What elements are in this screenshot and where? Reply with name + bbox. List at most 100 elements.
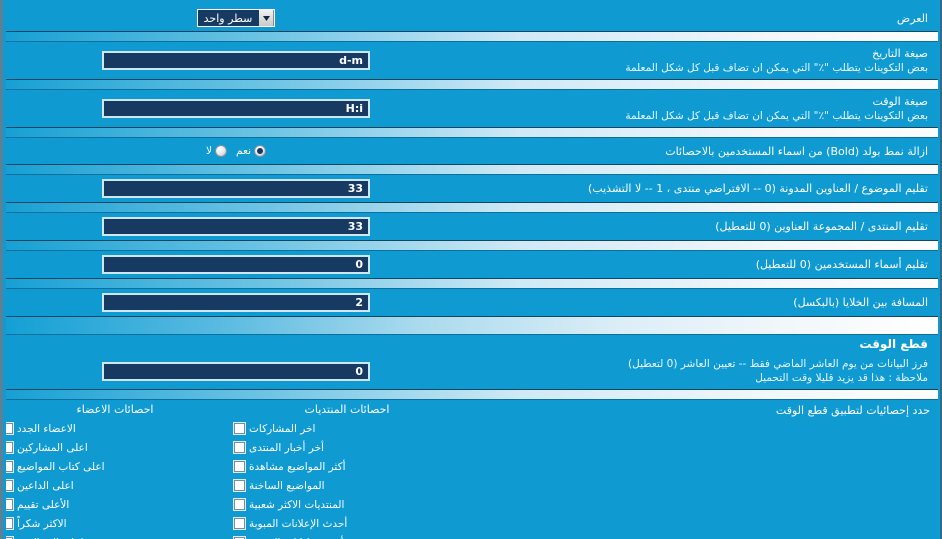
checkbox-row[interactable]: الأعلى تقييم (6, 495, 228, 514)
setting-row-trim-thread: تقليم الموضوع / العناوين المدونة (0 -- ا… (6, 175, 938, 202)
remove-bold-radio-no-label: لا (206, 145, 213, 157)
date-format-input[interactable] (102, 51, 370, 70)
separator-bar (6, 164, 938, 175)
member-stats-column: احصائات الاعضاء الاعضاء الجدد اعلى المشا… (6, 403, 228, 539)
display-select-value: سطر واحد (203, 11, 253, 25)
member-stat-label-0: الاعضاء الجدد (17, 422, 76, 435)
checkbox-icon[interactable] (234, 442, 245, 453)
checkbox-icon[interactable] (234, 480, 245, 491)
remove-bold-radio-yes[interactable]: نعم (236, 145, 266, 157)
remove-bold-label-cell: ازالة نمط بولد (Bold) من اسماء المستخدمي… (458, 144, 930, 159)
display-select[interactable]: سطر واحد (196, 9, 276, 27)
time-cut-sort-input[interactable] (102, 361, 370, 381)
trim-username-label: تقليم أسماء المستخدمين (0 للتعطيل) (755, 258, 928, 271)
settings-page: العرض سطر واحد صيغة التاريخ بعض التكوينا… (0, 0, 942, 539)
checkbox-row[interactable]: الاعضاء الجدد (6, 419, 228, 438)
setting-row-cell-spacing: المسافة بين الخلايا (بالبكسل) (6, 289, 938, 316)
remove-bold-control-cell: نعم لا (14, 145, 458, 157)
checkbox-icon[interactable] (6, 499, 13, 510)
trim-forum-label-cell: تقليم المنتدى / المجموعة العناوين (0 للت… (458, 219, 930, 234)
member-stats-heading: احصائات الاعضاء (76, 403, 154, 416)
setting-row-remove-bold: ازالة نمط بولد (Bold) من اسماء المستخدمي… (6, 138, 938, 164)
chevron-down-icon[interactable] (259, 10, 275, 26)
checkbox-row[interactable]: المنتديات الاكثر شعبية (234, 495, 460, 514)
checkbox-row[interactable]: المواضيع الساخنة (234, 476, 460, 495)
time-cut-sort-desc-line2: ملاحظة : هذا قد يزيد قليلا وقت التحميل (755, 372, 928, 384)
checkbox-icon[interactable] (234, 423, 245, 434)
member-stat-label-5: الاكثر شكراً (17, 517, 67, 530)
checkbox-icon[interactable] (234, 461, 245, 472)
setting-row-trim-username: تقليم أسماء المستخدمين (0 للتعطيل) (6, 251, 938, 278)
setting-row-display: العرض سطر واحد (6, 5, 938, 31)
forum-stat-label-0: اخر المشاركات (249, 422, 316, 435)
forum-stat-label-2: أكثر المواضيع مشاهدة (249, 460, 346, 473)
trim-forum-label: تقليم المنتدى / المجموعة العناوين (0 للت… (715, 220, 928, 233)
checkbox-row[interactable]: اعلى المشاركين (6, 438, 228, 457)
time-cut-header: قطع الوقت (859, 336, 928, 351)
date-format-desc: بعض التكوينات يتطلب "٪" التي يمكن ان تضا… (625, 62, 928, 74)
forum-stat-label-5: أحدث الإعلانات المبوبة (249, 517, 348, 530)
checkbox-row[interactable]: أكثر المواضيع مشاهدة (234, 457, 460, 476)
checkbox-icon[interactable] (234, 518, 245, 529)
time-cut-header-cell: قطع الوقت (458, 337, 930, 352)
checkbox-icon[interactable] (6, 480, 13, 491)
remove-bold-radio-group: نعم لا (206, 145, 266, 157)
setting-row-trim-forum: تقليم المنتدى / المجموعة العناوين (0 للت… (6, 213, 938, 240)
section-header-time-cut: قطع الوقت (6, 335, 938, 353)
checkbox-icon[interactable] (6, 423, 13, 434)
trim-username-label-cell: تقليم أسماء المستخدمين (0 للتعطيل) (458, 257, 930, 272)
forum-stat-label-1: أخر أخبار المنتدى (249, 441, 324, 454)
time-format-input[interactable] (102, 99, 370, 118)
select-stats-label: حدد إحصائيات لتطبيق قطع الوقت (775, 404, 930, 417)
display-label-cell: العرض (458, 11, 930, 26)
member-stat-label-3: اعلى الداعين (17, 479, 74, 492)
checkbox-icon[interactable] (6, 442, 13, 453)
forum-stat-label-4: المنتديات الاكثر شعبية (249, 498, 345, 511)
separator-bar (6, 389, 938, 400)
time-cut-sort-control-cell (14, 361, 458, 381)
trim-forum-input[interactable] (102, 217, 370, 236)
separator-bar (6, 31, 938, 42)
member-stat-label-1: اعلى المشاركين (17, 441, 88, 454)
checkbox-row[interactable]: أخر أخبار المنتدى (234, 438, 460, 457)
display-label: العرض (896, 11, 928, 25)
trim-username-input[interactable] (102, 255, 370, 274)
separator-bar (6, 278, 938, 289)
cell-spacing-input[interactable] (102, 293, 370, 312)
checkbox-row[interactable]: الاكثر شكراً (6, 514, 228, 533)
checkbox-row[interactable]: اعلى الداعين (6, 476, 228, 495)
date-format-label-cell: صيغة التاريخ بعض التكوينات يتطلب "٪" الت… (458, 46, 930, 75)
forum-stats-column: احصائات المنتديات اخر المشاركات أخر أخبا… (228, 403, 460, 539)
radio-dot-icon[interactable] (254, 145, 266, 157)
remove-bold-radio-no[interactable]: لا (206, 145, 228, 157)
cell-spacing-control-cell (14, 293, 458, 312)
checkbox-icon[interactable] (6, 518, 13, 529)
separator-bar (6, 127, 938, 138)
time-format-control-cell (14, 99, 458, 118)
time-format-desc: بعض التكوينات يتطلب "٪" التي يمكن ان تضا… (625, 110, 928, 122)
display-control-cell: سطر واحد (14, 9, 458, 27)
time-cut-stats-selection: حدد إحصائيات لتطبيق قطع الوقت احصائات ال… (6, 400, 938, 539)
remove-bold-radio-yes-label: نعم (236, 145, 251, 157)
time-cut-sort-desc-line1: فرز البيانات من يوم العاشر الماضي فقط --… (628, 358, 928, 370)
trim-thread-input[interactable] (102, 179, 370, 198)
checkbox-row[interactable]: اعلى كتاب المواضيع (6, 457, 228, 476)
separator-bar (6, 79, 938, 90)
checkbox-icon[interactable] (6, 461, 13, 472)
checkbox-row[interactable]: أحدث الإعلانات المبوبة (234, 514, 460, 533)
date-format-control-cell (14, 51, 458, 70)
section-separator-bar (6, 316, 938, 335)
checkbox-icon[interactable] (234, 499, 245, 510)
separator-bar (6, 240, 938, 251)
checkbox-row[interactable]: اخر المشاركات (234, 419, 460, 438)
forum-stat-label-3: المواضيع الساخنة (249, 479, 325, 492)
remove-bold-label: ازالة نمط بولد (Bold) من اسماء المستخدمي… (665, 144, 928, 158)
setting-row-date-format: صيغة التاريخ بعض التكوينات يتطلب "٪" الت… (6, 42, 938, 79)
checkbox-row[interactable]: اعلى المخالفين (6, 533, 228, 539)
setting-row-time-format: صيغة الوقت بعض التكوينات يتطلب "٪" التي … (6, 90, 938, 127)
checkbox-row[interactable]: أخر مشاركات المدونة (234, 533, 460, 539)
trim-thread-control-cell (14, 179, 458, 198)
radio-dot-icon[interactable] (215, 145, 228, 157)
trim-thread-label: تقليم الموضوع / العناوين المدونة (0 -- ا… (588, 182, 928, 195)
cell-spacing-label: المسافة بين الخلايا (بالبكسل) (793, 296, 928, 309)
